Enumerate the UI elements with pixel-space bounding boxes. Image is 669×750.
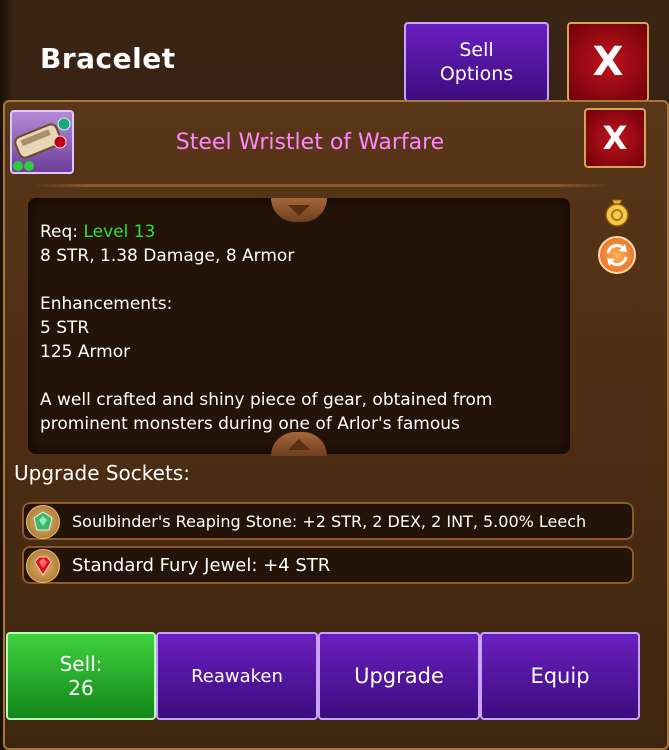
sell-button[interactable]: Sell: 26 xyxy=(6,632,156,720)
window-close-button[interactable]: X xyxy=(567,22,649,102)
equip-button[interactable]: Equip xyxy=(480,632,640,720)
socket-text: Soulbinder's Reaping Stone: +2 STR, 2 DE… xyxy=(72,512,587,531)
money-bag-icon[interactable] xyxy=(600,194,634,228)
sell-options-button[interactable]: Sell Options xyxy=(404,22,549,102)
enhancement-line: 125 Armor xyxy=(40,342,131,362)
reawaken-label: Reawaken xyxy=(191,665,283,687)
window-title: Bracelet xyxy=(40,42,176,75)
socket-row[interactable]: Standard Fury Jewel: +4 STR xyxy=(22,546,634,584)
reawaken-button[interactable]: Reawaken xyxy=(156,632,318,720)
req-prefix: Req: xyxy=(40,222,79,242)
upgrade-label: Upgrade xyxy=(354,664,444,688)
upgrade-button[interactable]: Upgrade xyxy=(318,632,480,720)
item-stats: 8 STR, 1.38 Damage, 8 Armor xyxy=(40,246,295,266)
item-description-box[interactable]: Req: Level 13 8 STR, 1.38 Damage, 8 Armo… xyxy=(28,198,570,454)
enhancements-title: Enhancements: xyxy=(40,294,173,314)
equip-label: Equip xyxy=(530,664,590,688)
chevron-down-icon xyxy=(288,204,310,216)
socket-text: Standard Fury Jewel: +4 STR xyxy=(72,555,331,576)
title-divider xyxy=(32,184,612,187)
red-gem-icon xyxy=(26,549,60,583)
item-description-text: Req: Level 13 8 STR, 1.38 Damage, 8 Armo… xyxy=(40,220,560,436)
sell-price: 26 xyxy=(68,676,94,700)
item-name: Steel Wristlet of Warfare xyxy=(175,130,445,155)
sell-label: Sell: xyxy=(59,652,103,676)
sell-options-label-line2: Options xyxy=(439,63,514,85)
item-close-button[interactable]: X xyxy=(584,108,646,168)
upgrade-sockets-label: Upgrade Sockets: xyxy=(14,461,190,485)
chevron-up-icon xyxy=(288,438,310,450)
refresh-icon[interactable] xyxy=(598,236,636,274)
enhancement-line: 5 STR xyxy=(40,318,90,338)
sell-options-label-line1: Sell xyxy=(459,39,494,61)
close-icon: X xyxy=(592,39,624,85)
socket-row[interactable]: Soulbinder's Reaping Stone: +2 STR, 2 DE… xyxy=(22,502,634,540)
req-level: Level 13 xyxy=(83,222,156,242)
green-gem-icon xyxy=(26,505,60,539)
item-flavor-text: A well crafted and shiny piece of gear, … xyxy=(40,390,493,434)
close-icon: X xyxy=(602,119,628,157)
